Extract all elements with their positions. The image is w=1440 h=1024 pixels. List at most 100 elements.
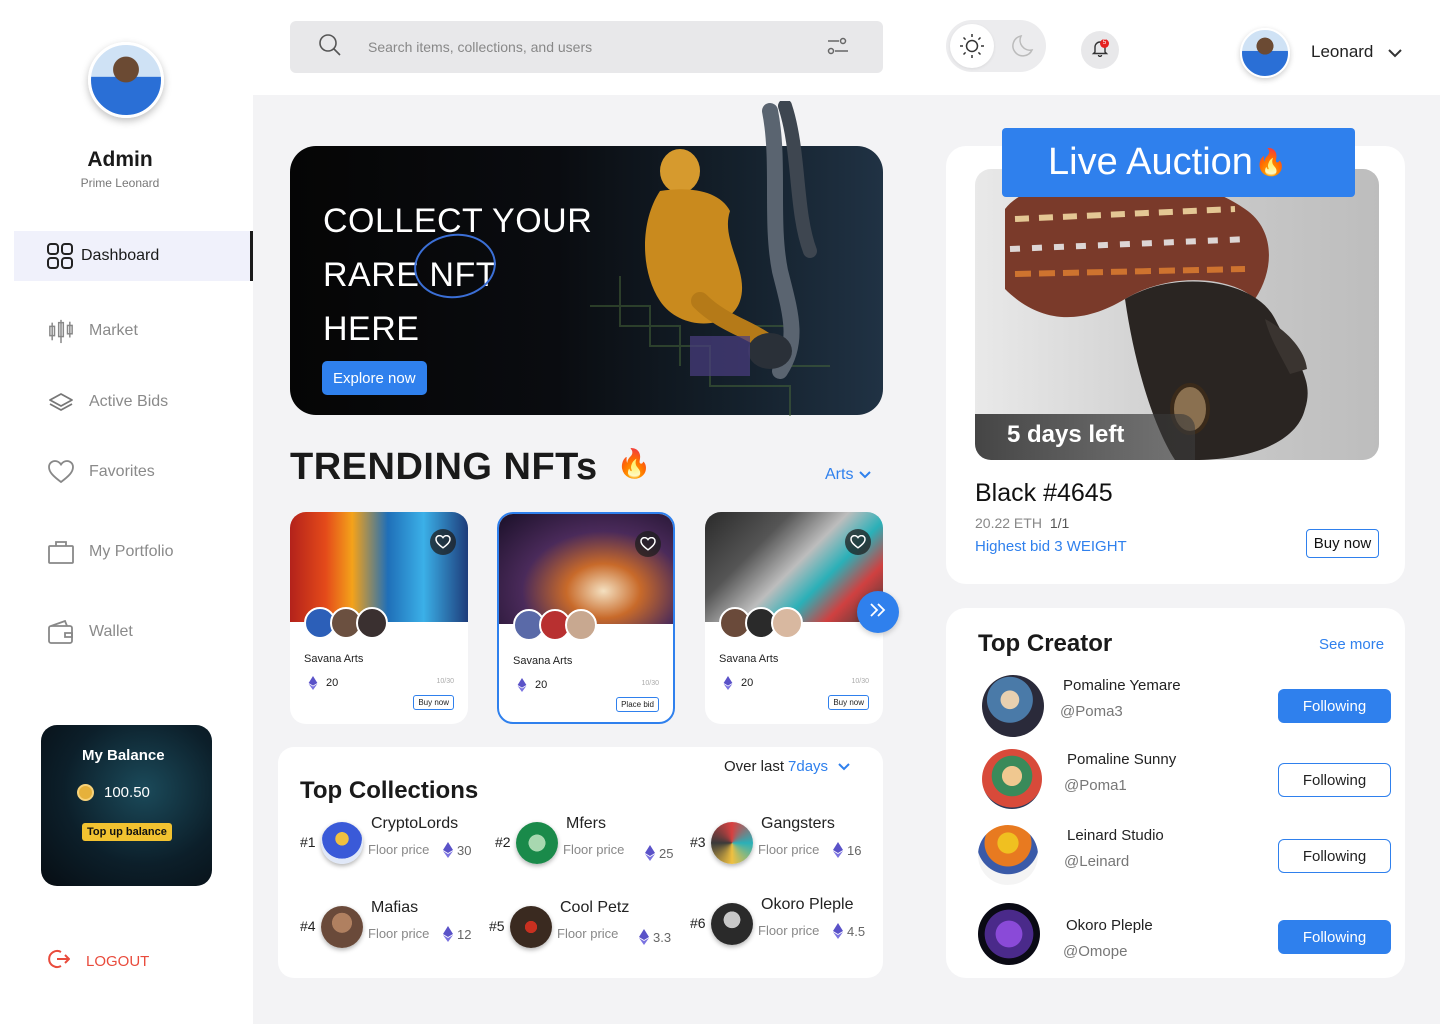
avatar [565,609,597,641]
collection-avatar [321,906,363,948]
creator-row: Okoro Pleple @Omope Following [978,903,1391,967]
search-icon [318,33,342,62]
nft-edition: 10/30 [851,678,869,685]
creator-handle: @Poma3 [1060,703,1123,720]
nft-card[interactable]: Savana Arts 20 10/30 Place bid [497,512,675,724]
owner-avatars [719,607,803,639]
sun-icon[interactable] [950,24,994,68]
moon-icon[interactable] [1012,33,1038,64]
collection-item[interactable]: #6 Okoro Pleple Floor price 4.5 [690,896,880,963]
heart-icon [48,459,74,485]
place-bid-button[interactable]: Place bid [616,697,659,712]
creator-avatar[interactable] [978,903,1040,965]
collection-rank: #6 [690,915,706,931]
ethereum-icon [645,845,655,861]
ethereum-icon [308,676,318,690]
buy-now-button[interactable]: Buy now [828,695,869,710]
floor-price-value: 4.5 [833,923,865,939]
collection-name: Okoro Pleple [761,896,854,913]
time-range-selector[interactable]: Over last 7days [724,758,850,775]
logout-icon [48,948,71,974]
sidebar-item-wallet[interactable]: Wallet [14,607,253,657]
coin-icon [77,784,94,801]
owner-avatars [304,607,388,639]
top-up-balance-button[interactable]: Top up balance [82,823,172,841]
sidebar-item-label: Dashboard [81,247,160,264]
collection-avatar [321,822,363,864]
following-button[interactable]: Following [1278,839,1391,873]
next-button[interactable] [857,591,899,633]
sidebar-item-market[interactable]: Market [14,306,253,356]
explore-now-button[interactable]: Explore now [322,361,427,395]
nft-price: 20 [723,676,753,690]
live-auction-tag: Live Auction 🔥 [1002,128,1355,197]
heart-icon[interactable] [430,529,456,555]
notification-badge: 5 [1100,39,1109,48]
buy-now-button[interactable]: Buy now [413,695,454,710]
highest-bid-link[interactable]: Highest bid 3 WEIGHT [975,538,1127,555]
user-name[interactable]: Leonard [1311,42,1373,62]
creator-avatar[interactable] [978,825,1038,885]
nft-name: Savana Arts [513,655,573,667]
floor-price-label: Floor price [368,842,430,857]
following-button[interactable]: Following [1278,689,1391,723]
time-range-value: 7days [788,758,829,775]
collection-item[interactable]: #2 Mfers Floor price 25 [495,815,685,882]
nft-edition: 10/30 [436,678,454,685]
balance-value: 100.50 [104,784,150,801]
user-avatar[interactable] [1240,28,1290,78]
collection-item[interactable]: #1 CryptoLords Floor price 30 [300,815,490,882]
nft-card[interactable]: Savana Arts 20 10/30 Buy now [290,512,468,724]
creator-avatar[interactable] [982,675,1044,737]
nft-name: Savana Arts [304,653,364,665]
logout-label: LOGOUT [86,952,150,970]
logout-button[interactable]: LOGOUT [48,948,149,974]
chevron-down-icon [838,758,850,775]
category-filter[interactable]: Arts [825,466,872,484]
sidebar-item-dashboard[interactable]: Dashboard [14,231,253,281]
sculpture-artwork [645,101,817,379]
fire-icon: 🔥 [1254,147,1288,177]
ethereum-icon [517,678,527,692]
sidebar-item-active-bids[interactable]: Active Bids [14,377,253,427]
collection-avatar [711,903,753,945]
heart-icon[interactable] [845,529,871,555]
search-input[interactable] [368,39,798,55]
creator-handle: @Omope [1063,943,1128,960]
creator-row: Pomaline Yemare @Poma3 Following [978,675,1391,739]
admin-avatar[interactable] [88,42,164,118]
floor-price-number: 4.5 [847,923,866,939]
nft-card[interactable]: Savana Arts 20 10/30 Buy now [705,512,883,724]
sidebar: Admin Prime Leonard Dashboard Market Act… [0,0,253,1024]
floor-price-value: 12 [443,926,471,942]
sidebar-item-label: Active Bids [89,393,169,410]
wallet-icon [48,619,74,645]
creator-avatar[interactable] [982,749,1042,809]
heart-icon[interactable] [635,531,661,557]
filter-icon[interactable] [827,36,849,61]
collection-name: CryptoLords [371,815,459,832]
chevron-down-icon[interactable] [1388,45,1402,63]
sidebar-item-my-portfolio[interactable]: My Portfolio [14,527,253,577]
live-auction-label: Live Auction [1048,141,1253,183]
floor-price-label: Floor price [368,926,430,941]
notifications-button[interactable]: 5 [1081,31,1119,69]
floor-price-value: 16 [833,842,861,858]
collection-item[interactable]: #5 Cool Petz Floor price 3.3 [489,899,679,966]
floor-price-number: 3.3 [653,929,672,945]
buy-now-button[interactable]: Buy now [1306,529,1379,558]
following-button[interactable]: Following [1278,920,1391,954]
briefcase-icon [48,539,74,565]
creator-name: Leinard Studio [1067,827,1164,844]
sidebar-item-favorites[interactable]: Favorites [14,447,253,497]
floor-price-label: Floor price [557,926,619,941]
auction-item-name: Black #4645 [975,479,1113,507]
ethereum-icon [723,676,733,690]
sidebar-item-label: Wallet [89,623,133,640]
see-more-link[interactable]: See more [1319,636,1384,653]
collection-item[interactable]: #3 Gangsters Floor price 16 [690,815,880,882]
collection-item[interactable]: #4 Mafias Floor price 12 [300,899,490,966]
search-bar [290,21,883,73]
following-button[interactable]: Following [1278,763,1391,797]
theme-toggle[interactable] [946,20,1046,72]
